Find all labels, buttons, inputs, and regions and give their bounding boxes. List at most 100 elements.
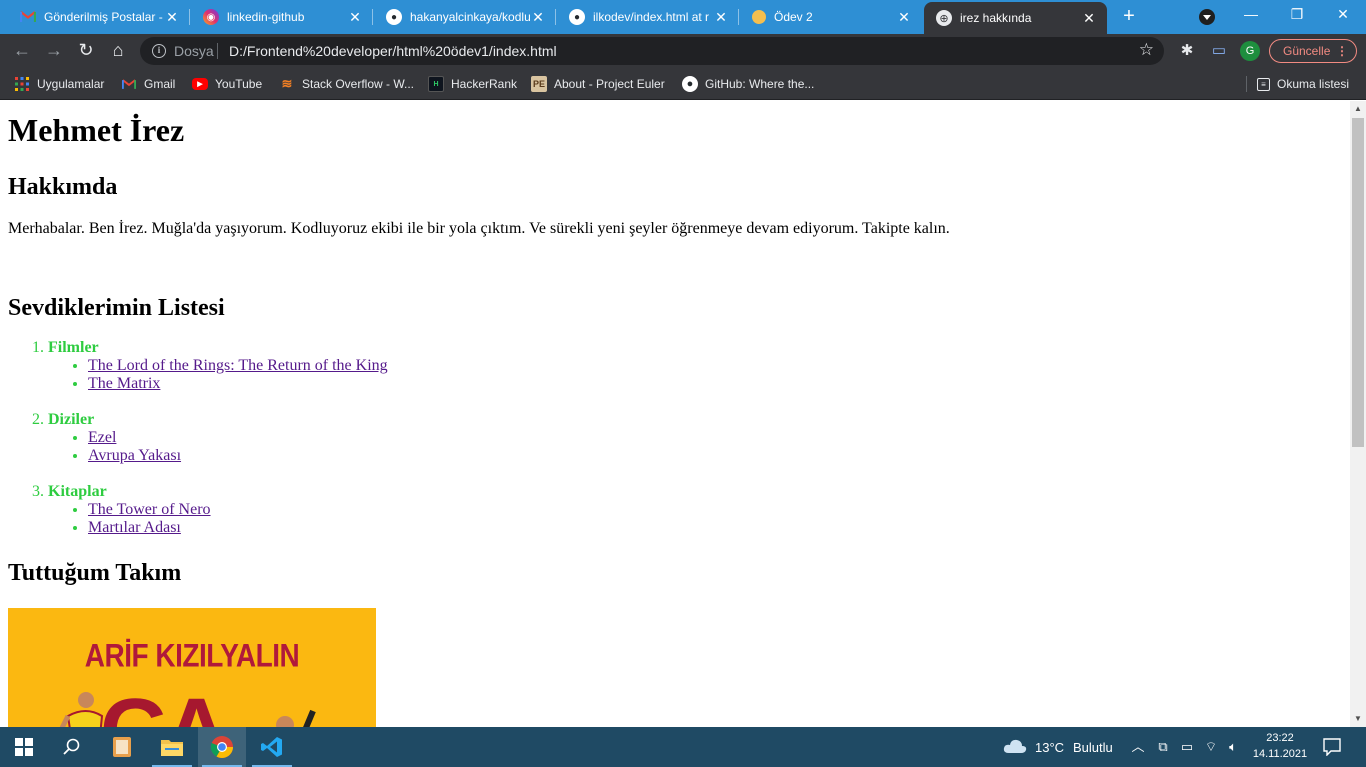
clock-time: 23:22 [1266,732,1294,744]
instagram-icon: ◉ [203,9,219,25]
reload-button[interactable]: ↻ [74,39,98,63]
list-item-books: Kitaplar The Tower of Nero Martılar Adas… [48,483,1342,537]
close-window-button[interactable]: ✕ [1320,0,1366,30]
tab-title: hakanyalcinkaya/kodlu [410,10,530,24]
volume-icon[interactable]: 🔈︎ [1224,738,1242,756]
taskbar-app-vscode[interactable] [248,727,296,767]
gmail-icon [20,9,36,25]
team-image-logo-text: GA [100,686,229,727]
update-button[interactable]: Güncelle ⋮ [1269,39,1357,63]
search-button[interactable] [48,727,96,767]
bookmark-hackerrank[interactable]: H HackerRank [428,75,517,93]
tab-gmail[interactable]: Gönderilmiş Postalar - ✕ [0,0,190,34]
home-button[interactable]: ⌂ [106,39,130,63]
taskbar-app-chrome[interactable] [198,727,246,767]
scroll-up-arrow-icon[interactable]: ▲ [1350,101,1366,117]
reading-list-label: Okuma listesi [1277,77,1350,91]
new-tab-button[interactable]: + [1116,4,1142,30]
list-item-series: Diziler Ezel Avrupa Yakası [48,411,1342,465]
bookmark-github[interactable]: ● GitHub: Where the... [682,75,814,93]
bookmark-project-euler[interactable]: PE About - Project Euler [531,75,665,93]
bookmark-label: Stack Overflow - W... [302,77,415,91]
coach-figure-icon [276,709,316,727]
close-icon[interactable]: ✕ [1081,10,1097,27]
tab-ilkodev[interactable]: ● ilkodev/index.html at r ✕ [549,0,739,34]
item-link[interactable]: Avrupa Yakası [88,447,181,464]
close-icon[interactable]: ✕ [896,9,912,26]
tab-search-icon[interactable] [1199,9,1215,25]
restore-button[interactable]: ❐ [1274,0,1320,30]
security-tray-icon[interactable]: ⧉ [1154,738,1172,756]
bookmark-youtube[interactable]: ▶ YouTube [192,75,262,93]
tab-strip: Gönderilmiş Postalar - ✕ ◉ linkedin-gith… [0,0,1366,34]
extensions-icon[interactable]: ✱ [1177,41,1197,61]
vertical-scrollbar[interactable]: ▲ ▼ [1350,101,1366,727]
divider [1246,76,1247,92]
info-icon[interactable]: i [152,44,166,58]
cast-icon[interactable]: ▭ [1209,41,1229,61]
item-link[interactable]: Ezel [88,429,116,446]
tab-linkedin-github[interactable]: ◉ linkedin-github ✕ [183,0,373,34]
avatar[interactable]: G [1240,41,1260,61]
github-icon: ● [386,9,402,25]
bookmark-label: Uygulamalar [37,77,105,91]
back-button[interactable]: ← [10,39,34,63]
taskbar-app-file-explorer[interactable] [148,727,196,767]
battery-icon[interactable]: ▭ [1178,738,1196,756]
bookmark-label: YouTube [215,77,263,91]
forward-button[interactable]: → [42,39,66,63]
chrome-icon [210,736,233,758]
tab-odev-2[interactable]: Ödev 2 ✕ [732,0,922,34]
bookmark-gmail[interactable]: Gmail [121,75,175,93]
bookmark-apps[interactable]: Uygulamalar [14,75,104,93]
address-bar[interactable]: i Dosya D:/Frontend%20developer/html%20ö… [140,37,1164,65]
scroll-down-arrow-icon[interactable]: ▼ [1350,711,1366,727]
taskbar: 13°C Bulutlu ︿ ⧉ ▭ ⌔ 🔈︎ 23:22 14.11.2021 [0,727,1366,767]
apps-grid-icon [14,76,30,92]
tab-title: irez hakkında [960,11,1032,25]
page-viewport: Mehmet İrez Hakkımda Merhabalar. Ben İre… [0,101,1350,727]
close-icon[interactable]: ✕ [530,9,546,26]
project-euler-icon: PE [531,76,547,92]
list-item-movies: Filmler The Lord of the Rings: The Retur… [48,339,1342,393]
toolbar: ← → ↻ ⌂ i Dosya D:/Frontend%20developer/… [0,34,1366,68]
list-item: Ezel [88,429,1342,447]
weather-condition[interactable]: Bulutlu [1073,740,1113,755]
url-text[interactable]: D:/Frontend%20developer/html%20ödev1/ind… [229,43,557,59]
wifi-icon[interactable]: ⌔ [1202,738,1220,756]
item-link[interactable]: The Lord of the Rings: The Return of the… [88,357,388,374]
notebook-icon [113,737,131,757]
tab-title: linkedin-github [227,10,305,24]
system-clock[interactable]: 23:22 14.11.2021 [1246,730,1314,762]
scroll-thumb[interactable] [1352,118,1364,447]
favorites-list: Filmler The Lord of the Rings: The Retur… [8,339,1342,537]
close-icon[interactable]: ✕ [164,9,180,26]
bookmark-stackoverflow[interactable]: ≋ Stack Overflow - W... [279,75,414,93]
taskbar-app-notes[interactable] [98,727,146,767]
close-icon[interactable]: ✕ [347,9,363,26]
tab-hakanyalcinkaya[interactable]: ● hakanyalcinkaya/kodlu ✕ [366,0,556,34]
line-break-spacer [8,238,1342,273]
player-figure-icon [59,692,104,727]
team-image: ARİF KIZILYALIN GA [8,608,376,727]
close-icon[interactable]: ✕ [713,9,729,26]
bookmarks-bar: Uygulamalar Gmail ▶ YouTube ≋ Stack Over… [0,68,1366,100]
divider [217,43,218,59]
youtube-icon: ▶ [192,78,208,90]
start-button[interactable] [0,727,48,767]
tab-title: ilkodev/index.html at r [593,10,710,24]
windows-logo-icon [15,738,33,756]
weather-temperature[interactable]: 13°C [1035,740,1064,755]
globe-icon: ⊕ [936,10,952,26]
chevron-up-icon[interactable]: ︿ [1129,738,1147,756]
bookmark-star-icon[interactable]: ☆ [1139,40,1154,60]
item-link[interactable]: The Matrix [88,375,160,392]
notification-center-icon[interactable] [1323,738,1341,756]
team-heading: Tuttuğum Takım [8,560,182,586]
reading-list-button[interactable]: ≡ Okuma listesi [1257,75,1349,93]
bookmark-label: Gmail [144,77,176,91]
minimize-button[interactable]: — [1228,0,1274,30]
tab-irez-hakkinda[interactable]: ⊕ irez hakkında ✕ [924,2,1107,34]
item-link[interactable]: The Tower of Nero [88,501,211,518]
item-link[interactable]: Martılar Adası [88,519,181,536]
